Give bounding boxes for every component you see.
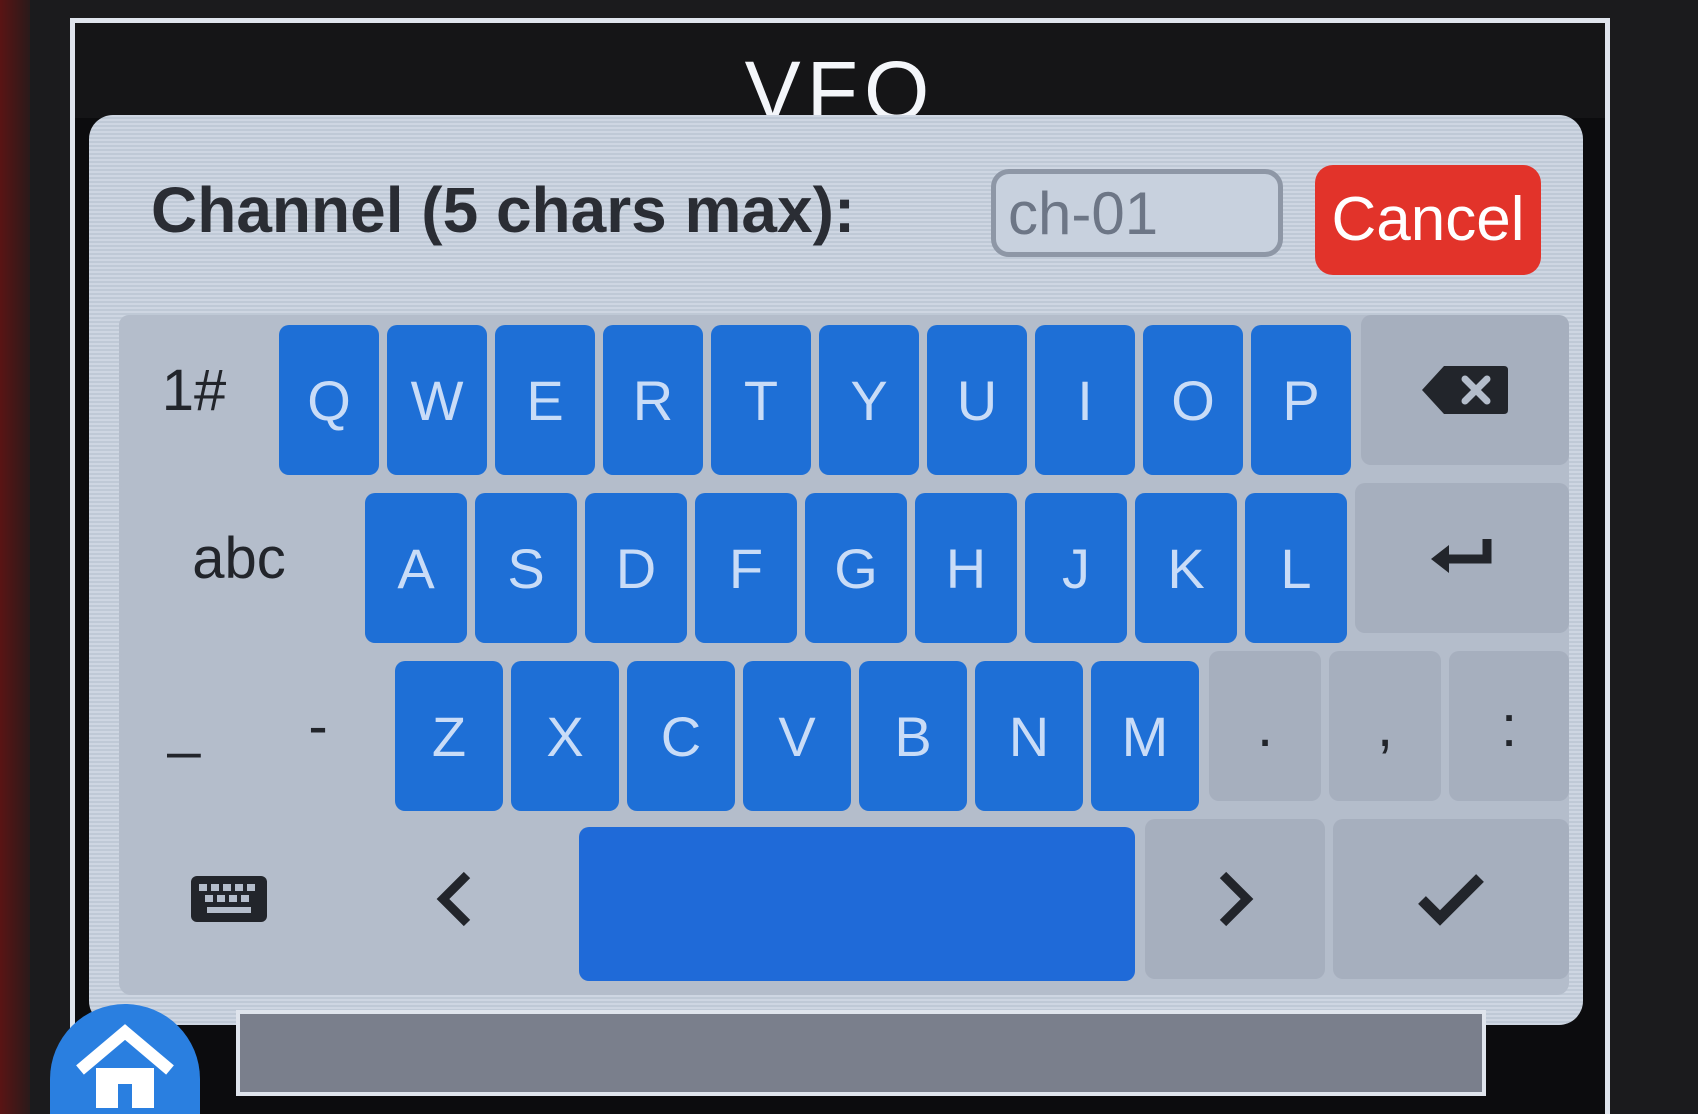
channel-label: Channel (5 chars max): [151,174,856,246]
letters-mode-key[interactable]: abc [119,483,359,633]
key-b[interactable]: B [859,661,967,811]
underscore-key[interactable]: _ [119,651,249,801]
key-v[interactable]: V [743,661,851,811]
dash-key[interactable]: - [253,651,383,801]
key-g[interactable]: G [805,493,907,643]
key-j[interactable]: J [1025,493,1127,643]
backspace-icon [1422,366,1508,414]
backspace-key[interactable] [1361,315,1569,465]
space-key[interactable] [579,827,1135,981]
home-icon [76,1024,174,1108]
chevron-left-icon [436,871,471,927]
key-z[interactable]: Z [395,661,503,811]
key-h[interactable]: H [915,493,1017,643]
ok-key[interactable] [1333,819,1569,979]
key-d[interactable]: D [585,493,687,643]
dialog-header: Channel (5 chars max): ch-01 Cancel [89,155,1583,275]
key-y[interactable]: Y [819,325,919,475]
key-k[interactable]: K [1135,493,1237,643]
symbols-mode-key[interactable]: 1# [119,315,269,465]
status-strip [236,1010,1486,1096]
key-n[interactable]: N [975,661,1083,811]
key-o[interactable]: O [1143,325,1243,475]
key-m[interactable]: M [1091,661,1199,811]
enter-key[interactable] [1355,483,1569,633]
key-i[interactable]: I [1035,325,1135,475]
cursor-left-key[interactable] [345,819,565,979]
key-u[interactable]: U [927,325,1027,475]
chevron-right-icon [1219,871,1254,927]
hide-keyboard-key[interactable] [119,819,339,979]
key-x[interactable]: X [511,661,619,811]
cancel-button[interactable]: Cancel [1315,165,1541,275]
keyboard-icon [191,876,267,922]
key-c[interactable]: C [627,661,735,811]
enter-icon [1431,539,1492,573]
key-a[interactable]: A [365,493,467,643]
channel-name-dialog: Channel (5 chars max): ch-01 Cancel 1# Q… [89,115,1583,1025]
title-bar: VFO [75,23,1605,138]
key-s[interactable]: S [475,493,577,643]
period-key[interactable]: . [1209,651,1321,801]
key-f[interactable]: F [695,493,797,643]
device-screen: VFO Channel (5 chars max): ch-01 Cancel … [70,18,1610,1114]
key-t[interactable]: T [711,325,811,475]
checkmark-icon [1418,874,1484,926]
key-r[interactable]: R [603,325,703,475]
key-p[interactable]: P [1251,325,1351,475]
cursor-right-key[interactable] [1145,819,1325,979]
key-w[interactable]: W [387,325,487,475]
on-screen-keyboard: 1# Q W E R T Y U I O P abc A S D F G H J… [119,315,1569,995]
channel-input[interactable]: ch-01 [991,169,1283,257]
comma-key[interactable]: , [1329,651,1441,801]
device-bezel [0,0,30,1114]
key-l[interactable]: L [1245,493,1347,643]
key-q[interactable]: Q [279,325,379,475]
colon-key[interactable]: : [1449,651,1569,801]
key-e[interactable]: E [495,325,595,475]
